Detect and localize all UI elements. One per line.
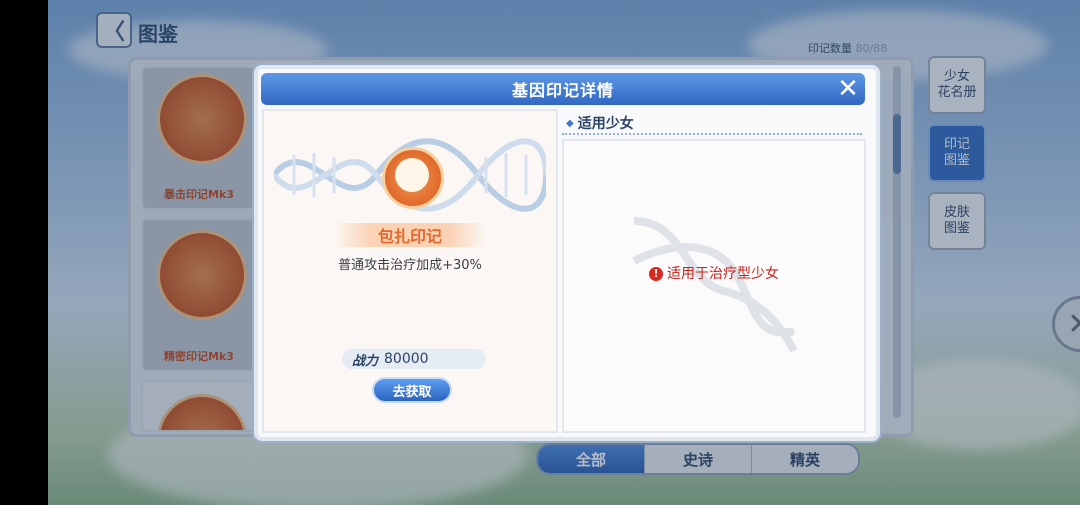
combat-power: 战力 80000 — [342, 349, 486, 369]
close-icon[interactable]: ✕ — [835, 76, 861, 102]
power-value: 80000 — [384, 351, 429, 367]
mark-name: 包扎印记 — [377, 227, 442, 246]
mark-detail-dialog: 基因印记详情 ✕ 包扎印记 普通攻击治疗加成+30% 战力 80000 去获取 … — [254, 65, 880, 441]
mark-info-pane: 包扎印记 普通攻击治疗加成+30% 战力 80000 去获取 — [262, 109, 558, 433]
mark-name-banner: 包扎印记 — [334, 223, 486, 247]
obtain-button[interactable]: 去获取 — [372, 377, 452, 403]
diamond-icon: ◆ — [566, 118, 574, 129]
section-title: 适用少女 — [577, 116, 634, 132]
dialog-header: 基因印记详情 ✕ — [261, 73, 865, 105]
warning-message: ! 适用于治疗型少女 — [564, 263, 864, 283]
applicable-girls-pane: ◆ 适用少女 ! 适用于治疗型少女 — [562, 109, 866, 433]
bandage-mark-icon — [382, 147, 444, 209]
power-label: 战力 — [352, 353, 379, 369]
game-background: 〈 图鉴 印记数量 80/88 暴击印记Mk3 精密印记Mk3 少女 花名册 印… — [48, 0, 1080, 505]
warning-text: 适用于治疗型少女 — [667, 266, 779, 282]
warning-icon: ! — [649, 267, 663, 281]
dialog-title: 基因印记详情 — [511, 81, 614, 100]
girl-list: ! 适用于治疗型少女 — [562, 139, 866, 433]
section-header: ◆ 适用少女 — [566, 113, 634, 133]
mark-description: 普通攻击治疗加成+30% — [338, 258, 482, 273]
section-divider — [562, 133, 862, 135]
